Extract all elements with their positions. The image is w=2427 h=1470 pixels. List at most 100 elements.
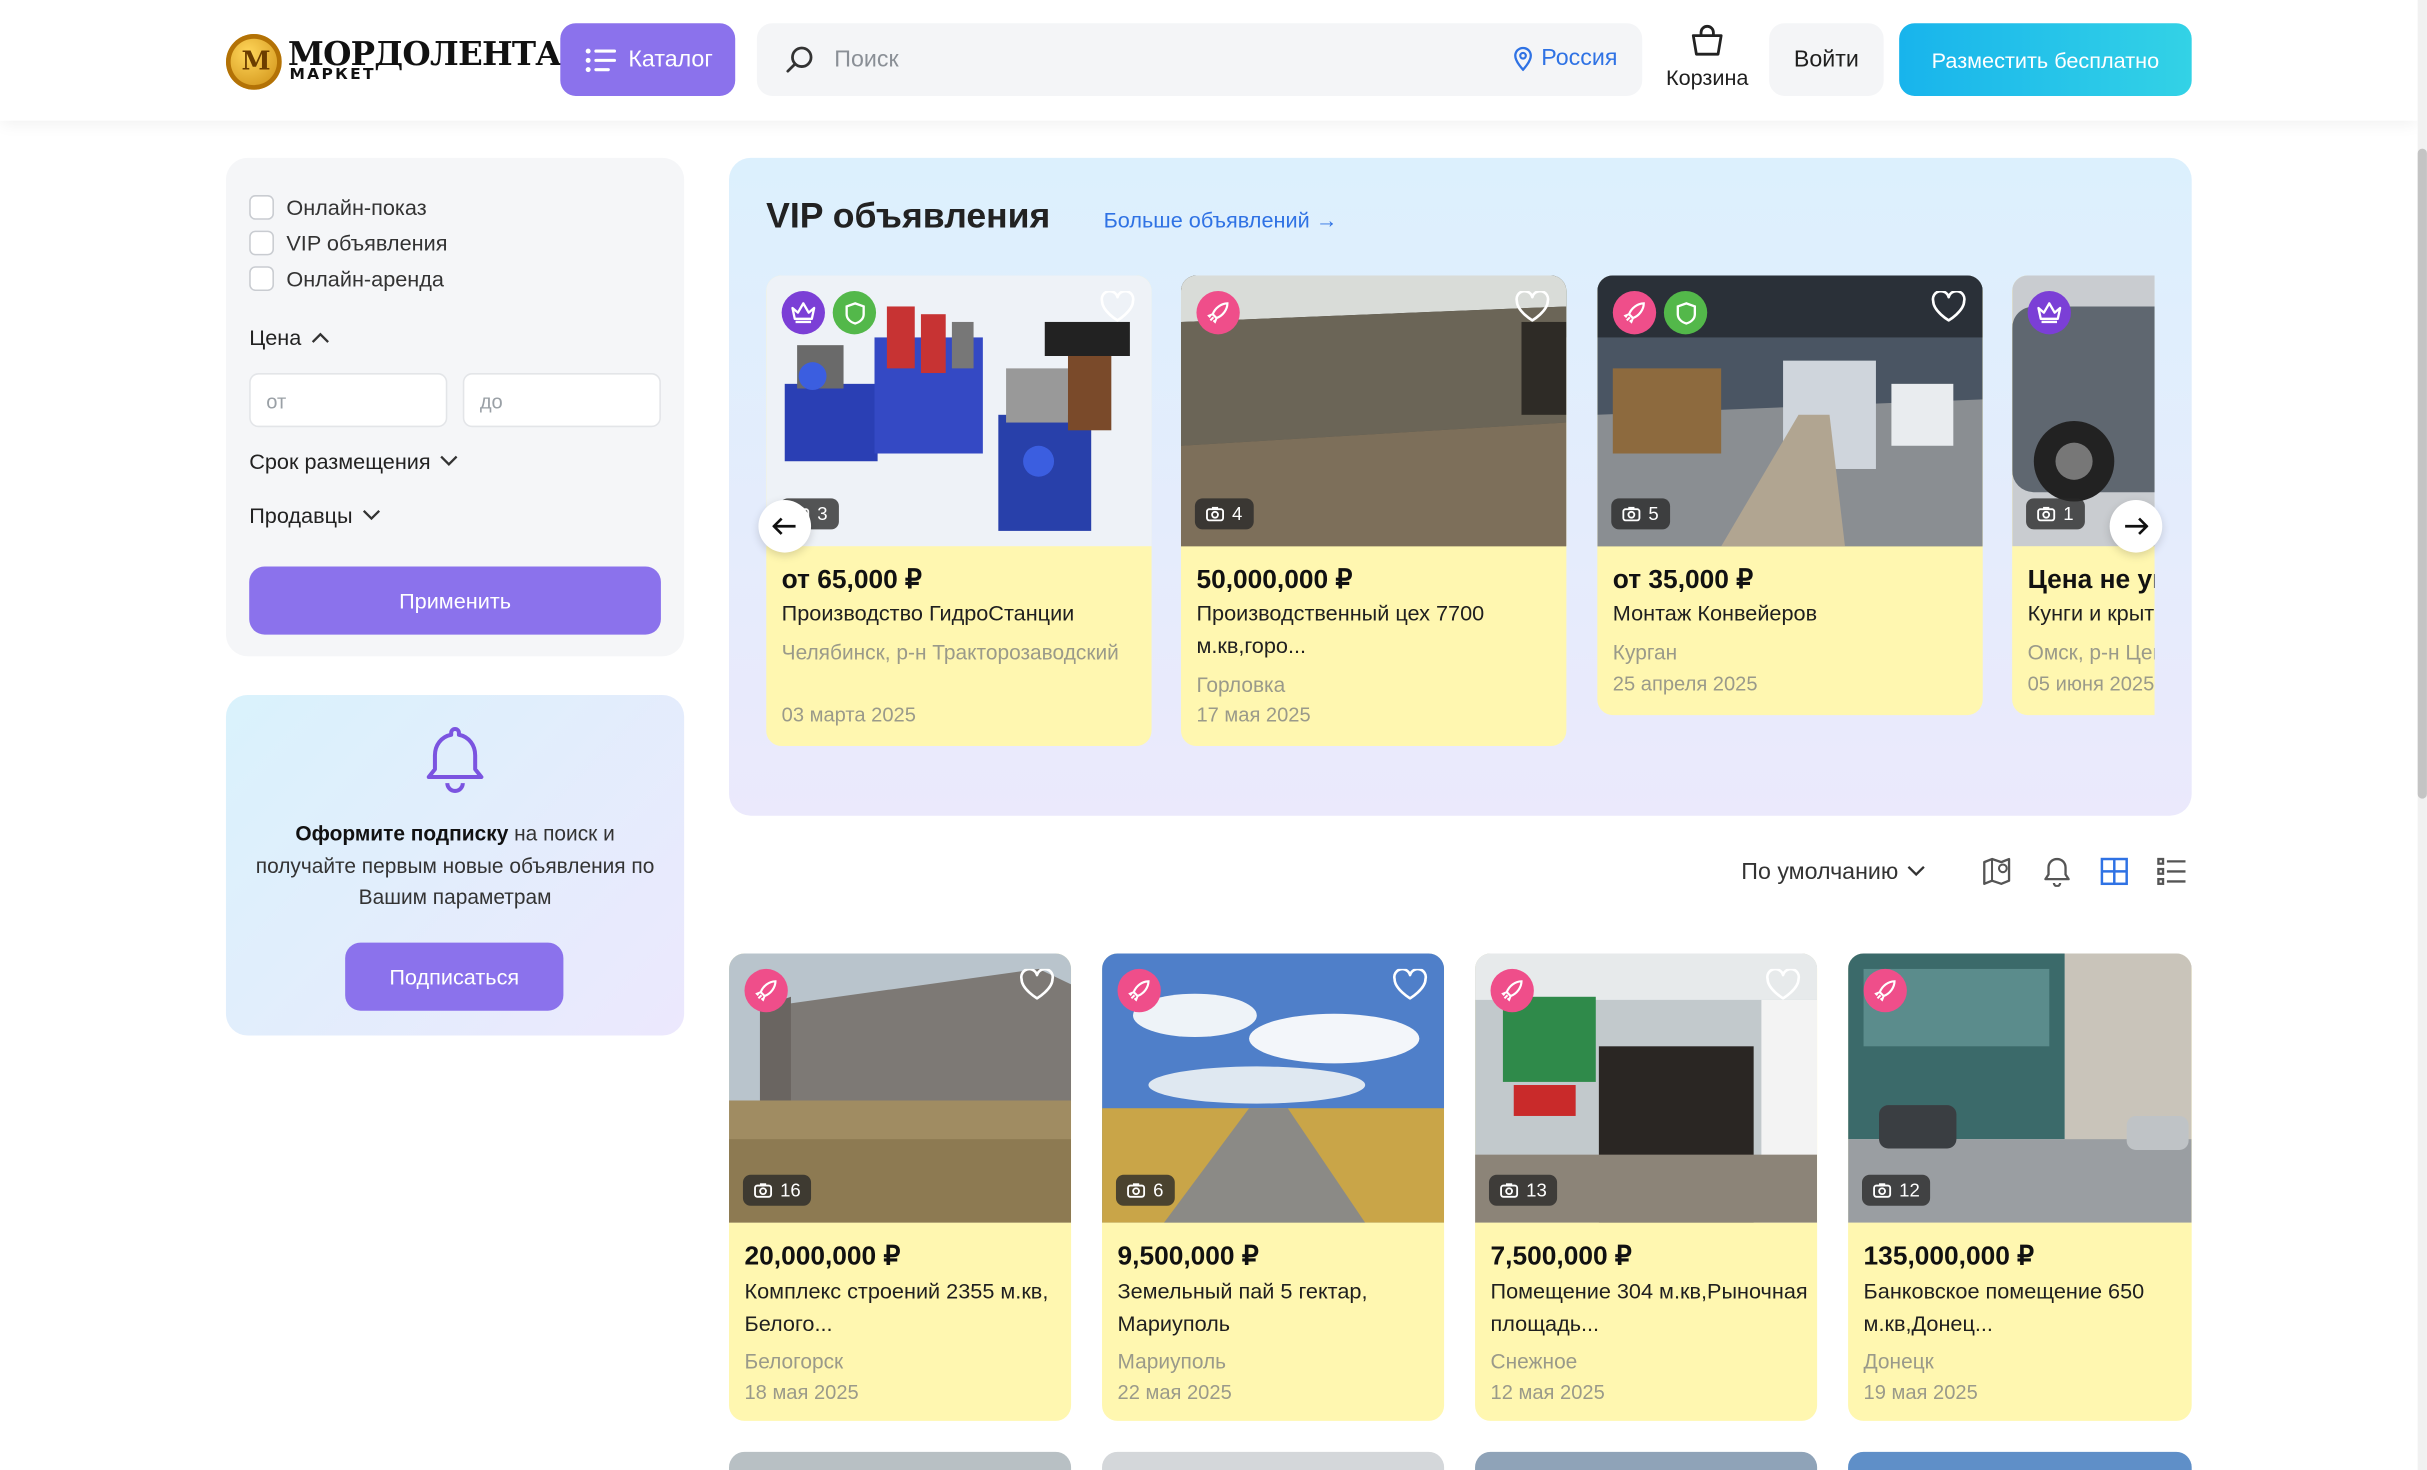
listing-date: 19 мая 2025 xyxy=(1863,1380,1978,1404)
listing-card-partial[interactable] xyxy=(1475,1451,1818,1470)
listing-title[interactable]: Кунги и крытые xyxy=(2028,597,2155,630)
checkbox-vip[interactable]: VIP объявления xyxy=(249,230,447,256)
favorite-heart-icon[interactable] xyxy=(1764,968,1801,1002)
listing-title[interactable]: Банковское помещение 650 м.кв,Донец... xyxy=(1864,1275,2181,1340)
price-label: Цена xyxy=(249,325,302,350)
shield-icon xyxy=(1663,290,1708,335)
sellers-toggle[interactable]: Продавцы xyxy=(249,503,380,528)
listing-date: 03 марта 2025 xyxy=(781,702,916,726)
listing-card-partial[interactable] xyxy=(1848,1451,2192,1470)
period-toggle[interactable]: Срок размещения xyxy=(249,449,458,474)
carousel-prev-button[interactable] xyxy=(758,499,812,553)
search-input[interactable]: Поиск xyxy=(834,46,898,72)
listing-title[interactable]: Производственный цех 7700 м.кв,горо... xyxy=(1196,597,1555,662)
listing-date: 12 мая 2025 xyxy=(1490,1380,1605,1404)
search-bar[interactable]: Поиск Россия xyxy=(756,23,1643,96)
subscribe-button[interactable]: Подписаться xyxy=(345,942,564,1011)
listing-title[interactable]: Комплекс строений 2355 м.кв, Белого... xyxy=(744,1275,1061,1340)
favorite-heart-icon[interactable] xyxy=(1018,968,1055,1002)
listing-location: Мариуполь xyxy=(1117,1349,1227,1373)
checkbox-box[interactable] xyxy=(249,195,274,220)
photo-count: 13 xyxy=(1526,1179,1547,1202)
listing-title[interactable]: Производство ГидроСтанции xyxy=(782,597,1075,630)
listing-location: Донецк xyxy=(1863,1349,1934,1373)
subscribe-text: Оформите подписку на поиск и получайте п… xyxy=(254,819,656,914)
vip-card[interactable]: 3 от 65,000 ₽ Производство ГидроСтанции … xyxy=(766,275,1152,747)
login-button[interactable]: Войти xyxy=(1769,23,1884,96)
checkbox-box[interactable] xyxy=(249,230,274,256)
list-view-icon[interactable] xyxy=(2156,856,2187,887)
map-view-icon[interactable] xyxy=(1983,856,2014,887)
listing-price: от 65,000 ₽ xyxy=(781,564,922,595)
apply-button[interactable]: Применить xyxy=(249,566,661,635)
rocket-icon xyxy=(1196,290,1240,335)
scrollbar-thumb[interactable] xyxy=(2417,148,2427,799)
chevron-down-icon xyxy=(362,509,380,521)
badge-group xyxy=(1863,968,1907,1013)
photo-count-badge: 6 xyxy=(1115,1174,1175,1206)
rocket-icon xyxy=(1612,290,1657,335)
listing-card-partial[interactable] xyxy=(1102,1451,1445,1470)
photo-count: 16 xyxy=(780,1179,801,1202)
listing-date: 18 мая 2025 xyxy=(744,1380,859,1404)
favorite-heart-icon[interactable] xyxy=(1391,968,1428,1002)
arrow-right-icon xyxy=(2125,517,2149,535)
badge-group xyxy=(1490,968,1534,1013)
vip-card[interactable]: 4 50,000,000 ₽ Производственный цех 7700… xyxy=(1180,275,1567,747)
listing-card[interactable]: 16 20,000,000 ₽ Комплекс строений 2355 м… xyxy=(729,953,1072,1421)
sort-dropdown[interactable]: По умолчанию xyxy=(1741,858,1926,885)
page-scrollbar[interactable] xyxy=(2417,0,2427,1470)
photo-count: 5 xyxy=(1648,503,1659,525)
more-ads-link[interactable]: Больше объявлений → xyxy=(1104,207,1338,232)
rocket-icon xyxy=(1863,968,1907,1013)
listing-title[interactable]: Монтаж Конвейеров xyxy=(1613,597,1817,630)
favorite-heart-icon[interactable] xyxy=(1514,290,1551,324)
grid-view-icon[interactable] xyxy=(2099,856,2130,887)
checkbox-label: Онлайн-показ xyxy=(286,195,427,220)
checkbox-box[interactable] xyxy=(249,266,274,291)
vip-title: VIP объявления xyxy=(766,195,1051,236)
price-toggle[interactable]: Цена xyxy=(249,325,329,350)
search-icon xyxy=(786,46,813,73)
price-to-input[interactable]: до xyxy=(462,373,661,428)
listing-price: 7,500,000 ₽ xyxy=(1490,1241,1632,1271)
site-logo[interactable]: МОРДОЛЕНТА МАРКЕТ xyxy=(225,29,562,91)
chevron-down-icon xyxy=(1908,865,1926,877)
badge-group xyxy=(744,968,788,1013)
listing-title[interactable]: Земельный пай 5 гектар, Мариуполь xyxy=(1118,1275,1435,1340)
carousel-next-button[interactable] xyxy=(2109,499,2163,553)
bell-icon xyxy=(426,727,484,793)
listing-card[interactable]: 12 135,000,000 ₽ Банковское помещение 65… xyxy=(1848,953,2192,1421)
post-ad-button[interactable]: Разместить бесплатно xyxy=(1899,23,2192,96)
listing-price: от 35,000 ₽ xyxy=(1612,564,1753,595)
checkbox-label: Онлайн-аренда xyxy=(286,266,444,291)
vip-card[interactable]: 5 от 35,000 ₽ Монтаж Конвейеров Курган 2… xyxy=(1597,275,1983,716)
listing-card[interactable]: 13 7,500,000 ₽ Помещение 304 м.кв,Рыночн… xyxy=(1475,953,1818,1421)
price-from-input[interactable]: от xyxy=(249,373,448,428)
cart-button[interactable]: Корзина xyxy=(1659,23,1755,96)
listing-card-partial[interactable] xyxy=(729,1451,1072,1470)
favorite-heart-icon[interactable] xyxy=(1930,290,1967,324)
catalog-button[interactable]: Каталог xyxy=(560,23,736,96)
checkbox-online-rent[interactable]: Онлайн-аренда xyxy=(249,266,444,291)
photo-count: 6 xyxy=(1153,1179,1164,1202)
listing-title[interactable]: Помещение 304 м.кв,Рыночная площадь... xyxy=(1491,1275,1808,1340)
listing-location: Челябинск, р-н Тракторозаводский xyxy=(781,640,1119,665)
vip-card[interactable]: 1 Цена не указана Кунги и крытые Омск, р… xyxy=(2012,275,2155,716)
listing-date: 17 мая 2025 xyxy=(1196,702,1311,726)
photo-count: 1 xyxy=(2063,503,2074,525)
vip-section: VIP объявления Больше объявлений → 3 от … xyxy=(729,157,2192,816)
listing-price: 20,000,000 ₽ xyxy=(744,1241,901,1271)
sort-label: По умолчанию xyxy=(1741,858,1899,885)
rocket-icon xyxy=(1490,968,1534,1013)
listing-card[interactable]: 6 9,500,000 ₽ Земельный пай 5 гектар, Ма… xyxy=(1102,953,1445,1421)
listing-location: Курган xyxy=(1612,640,1678,665)
photo-count-badge: 12 xyxy=(1862,1174,1931,1206)
chevron-up-icon xyxy=(311,332,329,343)
checkbox-online-show[interactable]: Онлайн-показ xyxy=(249,195,427,220)
notification-bell-icon[interactable] xyxy=(2043,856,2071,887)
region-selector[interactable]: Россия xyxy=(1513,45,1617,71)
page: МОРДОЛЕНТА МАРКЕТ Каталог Поиск Россия К… xyxy=(0,0,2427,1470)
favorite-heart-icon[interactable] xyxy=(1099,290,1136,324)
subscribe-bold: Оформите подписку xyxy=(295,821,509,846)
